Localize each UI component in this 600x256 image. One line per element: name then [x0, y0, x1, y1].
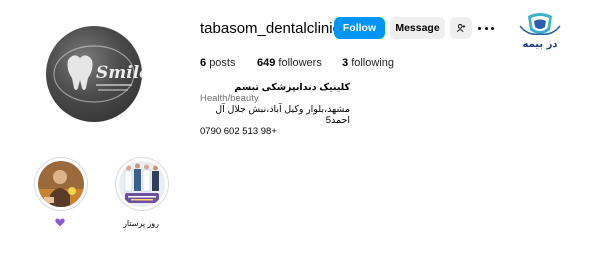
profile-avatar[interactable]: Smile: [46, 26, 142, 122]
following-stat[interactable]: 3 following: [342, 57, 394, 69]
posts-count: 6: [200, 57, 207, 69]
bio-category: Health/beauty: [200, 93, 259, 104]
posts-stat: 6 posts: [200, 57, 235, 69]
more-options-icon[interactable]: [478, 21, 494, 35]
purple-heart-icon: [55, 218, 65, 227]
brand-logo-text: در بیمه: [523, 39, 558, 50]
followers-label: followers: [278, 57, 322, 69]
brand-logo: در بیمه: [514, 12, 566, 52]
bio-address: مشهد،بلوار وکیل آباد،نبش جلال آل احمد5: [215, 104, 350, 126]
highlight-label: روز پرستار: [123, 219, 159, 228]
username: tabasom_dentalclinic_: [200, 20, 349, 37]
story-highlight[interactable]: [115, 157, 169, 211]
bio-phone: 0790 602 513 98+: [200, 126, 277, 137]
tooth-logo-icon: Smile: [53, 45, 142, 103]
highlight-cover: [119, 161, 165, 207]
follow-button[interactable]: Follow: [334, 17, 385, 39]
following-count: 3: [342, 57, 349, 69]
story-highlight[interactable]: [34, 157, 88, 211]
avatar-logo-text: Smile: [96, 63, 142, 83]
bio: کلینیک دندانپزشکی تبسم Health/beauty مشه…: [200, 82, 350, 137]
suggest-button[interactable]: [450, 17, 472, 39]
highlight-cover: [38, 161, 84, 207]
bio-name: کلینیک دندانپزشکی تبسم: [234, 82, 350, 93]
following-label: following: [351, 57, 394, 69]
followers-count: 649: [257, 57, 276, 69]
posts-label: posts: [209, 57, 236, 69]
message-button[interactable]: Message: [390, 17, 445, 39]
add-person-icon: [456, 24, 466, 33]
shield-logo-icon: در بیمه: [519, 13, 561, 50]
followers-stat[interactable]: 649 followers: [257, 57, 322, 69]
